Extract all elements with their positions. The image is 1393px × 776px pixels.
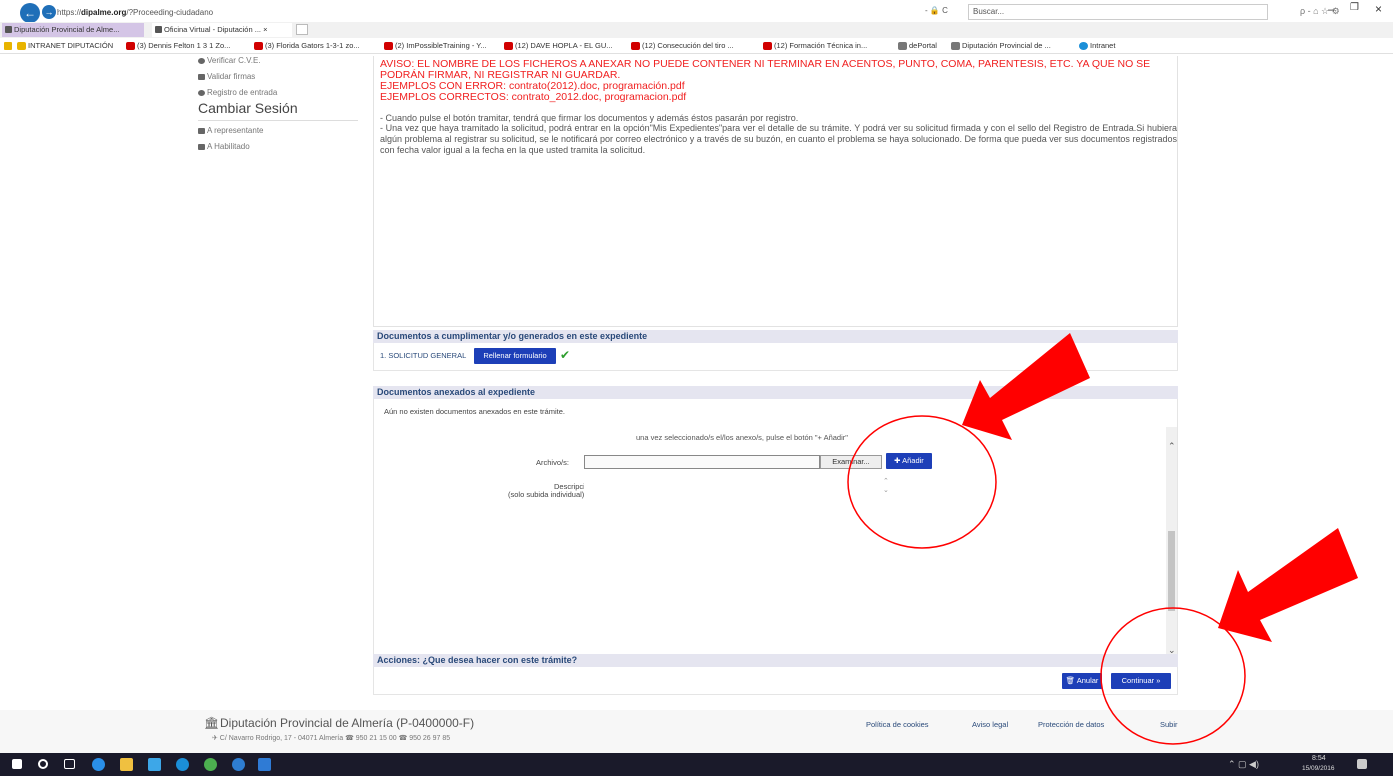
annotation-arrow-continue	[1218, 528, 1358, 642]
clock-date[interactable]: 15/09/2016	[1302, 765, 1335, 772]
annotation-overlay	[847, 333, 1358, 745]
windows-start-icon[interactable]	[12, 759, 22, 769]
internet-explorer-icon[interactable]	[176, 758, 189, 771]
store-icon[interactable]	[148, 758, 161, 771]
app-icon[interactable]	[232, 758, 245, 771]
annotation-arrow-add	[962, 333, 1090, 440]
edge-icon[interactable]	[92, 758, 105, 771]
notifications-icon[interactable]	[1357, 759, 1367, 769]
excel-icon[interactable]	[258, 758, 271, 771]
search-icon[interactable]	[38, 759, 48, 769]
clock-time[interactable]: 8:54	[1312, 755, 1326, 762]
chrome-icon[interactable]	[204, 758, 217, 771]
system-tray-icons[interactable]: ⌃ ▢ ◀)	[1228, 759, 1259, 770]
annotation-circle-add	[847, 415, 997, 549]
task-view-icon[interactable]	[64, 759, 75, 769]
file-explorer-icon[interactable]	[120, 758, 133, 771]
windows-taskbar: ⌃ ▢ ◀) 8:54 15/09/2016	[0, 753, 1393, 776]
